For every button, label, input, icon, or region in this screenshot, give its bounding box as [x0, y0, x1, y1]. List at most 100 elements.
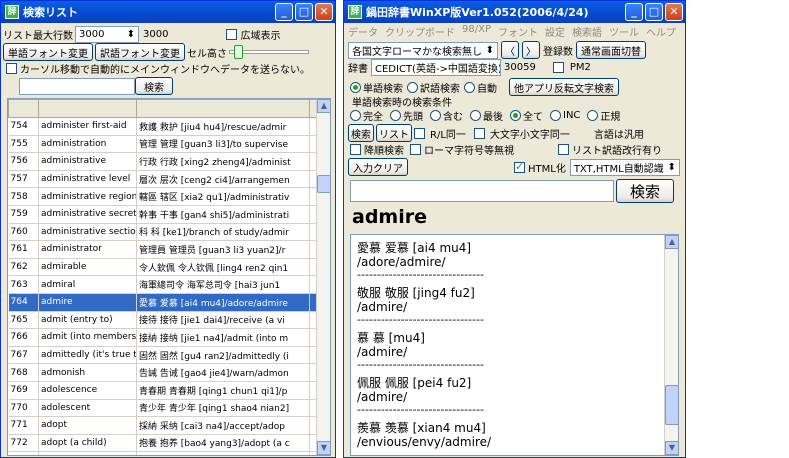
list-header-row[interactable]	[8, 99, 319, 118]
table-row[interactable]: 771 adopt 採納 采纳 [cai3 na4]/accept/adop	[8, 416, 319, 435]
table-row[interactable]: 760 administrative section 科 科 [ke1]/branc…	[8, 223, 319, 242]
table-row[interactable]: 763 admiral 海軍總司令 海军总司令 [hai3 jun1	[8, 275, 319, 294]
match-radio[interactable]	[470, 110, 481, 121]
scroll-down-icon[interactable]: ▼	[317, 441, 330, 455]
html-select[interactable]: TXT,HTML自動認識 ⬍	[569, 158, 680, 176]
query-input[interactable]	[350, 180, 614, 202]
row-word: administration	[38, 135, 137, 154]
row-translation: 告誡 告诫 [gao4 jie4]/warn/admon	[136, 363, 310, 382]
cursor-send-checkbox[interactable]	[6, 63, 17, 74]
title-bar[interactable]: 辞 鍋田辞書WinXP版Ver1.052(2006/4/24) _ □ ✕	[344, 1, 685, 23]
match-radio[interactable]	[510, 110, 521, 121]
table-row[interactable]: 766admit (into membership接納 接纳 [jie1 na4…	[8, 328, 319, 347]
mode-select-value: 各国文字ローマかな検索無し	[352, 46, 482, 58]
table-row[interactable]: 756 administrative 行政 行政 [xing2 zheng4]/ad…	[8, 152, 319, 171]
table-row[interactable]: 769 adolescence 青春期 青春期 [qing1 chun1 qi1]/…	[8, 381, 319, 400]
match-radio[interactable]	[550, 110, 561, 121]
close-icon[interactable]: ✕	[315, 3, 333, 21]
table-row[interactable]: 767 admittedly (it's true th 固然 固然 [gu4 ra…	[8, 346, 319, 365]
normal-screen-button[interactable]: 通常画面切替	[576, 41, 646, 59]
list-newline-checkbox[interactable]	[558, 144, 569, 155]
match-radio[interactable]	[390, 110, 401, 121]
result-entry: 佩服 佩服 [pei4 fu2]/admire/----------------…	[351, 376, 666, 415]
list-scrollbar[interactable]: ▲ ▼	[316, 99, 330, 455]
menu-item[interactable]: クリップボード	[385, 24, 455, 39]
spin-icon: ⬍	[126, 29, 135, 40]
scroll-up-icon[interactable]: ▲	[665, 235, 678, 249]
row-number: 762	[8, 258, 39, 277]
slider-thumb[interactable]	[234, 45, 243, 59]
match-radio[interactable]	[430, 110, 441, 121]
match-radio[interactable]	[587, 110, 599, 121]
result-panel[interactable]: 愛慕 爱慕 [ai4 mu4]/adore/admire/-----------…	[350, 234, 679, 456]
row-number: 769	[8, 381, 39, 400]
menu-item[interactable]: 検索語	[572, 24, 602, 39]
minimize-icon[interactable]: _	[275, 3, 293, 21]
scroll-thumb[interactable]	[665, 385, 678, 425]
row-number: 754	[8, 117, 39, 136]
scroll-thumb[interactable]	[317, 175, 330, 193]
menu-item[interactable]: 98/XP	[462, 24, 491, 39]
match-label: INC	[563, 110, 581, 121]
match-radio[interactable]	[350, 110, 361, 121]
descending-checkbox[interactable]	[350, 144, 361, 155]
table-row[interactable]: 758 administrative region 轄區 辖区 [xia2 qu1]…	[8, 187, 319, 206]
word-search-radio[interactable]	[350, 81, 361, 93]
rl-same-checkbox[interactable]	[414, 127, 425, 139]
html-checkbox[interactable]	[514, 160, 525, 173]
menu-item[interactable]: データ	[348, 24, 378, 39]
menu-item[interactable]: ツール	[609, 24, 639, 39]
entry-gloss: /envious/envy/admire/	[357, 435, 492, 449]
search-mode-button[interactable]: 検索	[348, 124, 374, 142]
table-row[interactable]: 754 administer first-aid 救護 救护 [jiu4 hu4]/…	[8, 117, 319, 136]
search-button[interactable]: 検索	[616, 179, 674, 203]
table-row[interactable]: 773adopt an original appro別出心裁 别出心裁 [bie…	[8, 451, 319, 455]
maximize-icon[interactable]: □	[645, 3, 663, 21]
table-row[interactable]: 770 adolescent 青少年 青少年 [qing1 shao4 nian2]	[8, 399, 319, 418]
close-icon[interactable]: ✕	[665, 3, 683, 21]
row-word: admirable	[38, 258, 137, 277]
dict-select[interactable]: CEDICT(英語->中国語変換)⬍	[371, 59, 501, 76]
menu-item[interactable]: フォント	[498, 24, 538, 39]
other-app-button[interactable]: 他アプリ反転文字検索	[509, 78, 619, 96]
max-rows-select[interactable]: 3000 ⬍	[75, 26, 139, 43]
table-row[interactable]: 757 administrative level 層次 层次 [ceng2 ci4]…	[8, 170, 319, 189]
table-row[interactable]: 759 administrative secretar 幹事 干事 [gan4 sh…	[8, 205, 319, 224]
row-word: adolescent	[38, 399, 137, 418]
list-button[interactable]: リスト	[376, 124, 412, 142]
table-row[interactable]: 765 admit (entry to) 接待 接待 [jie1 dai4]/rec…	[8, 311, 319, 330]
menu-item[interactable]: 設定	[545, 24, 565, 39]
table-row[interactable]: 762 admirable 令人欽佩 令人钦佩 [ling4 ren2 qin1	[8, 258, 319, 277]
row-translation: 別出心裁 别出心裁 [bie2 chu1 xin1	[136, 451, 310, 455]
auto-radio[interactable]	[464, 81, 475, 93]
case-checkbox[interactable]	[473, 127, 485, 139]
pm2-checkbox[interactable]	[552, 62, 564, 73]
list-search-button[interactable]: 検索	[135, 77, 173, 95]
table-row[interactable]: 755 administration 管理 管理 [guan3 li3]/to su…	[8, 135, 319, 154]
trans-search-radio[interactable]	[407, 81, 418, 93]
roman-ignore-checkbox[interactable]	[410, 144, 421, 155]
scroll-down-icon[interactable]: ▼	[665, 441, 678, 455]
input-clear-button[interactable]: 入力クリア	[348, 158, 408, 176]
wide-display-checkbox[interactable]	[226, 29, 238, 40]
result-scrollbar[interactable]: ▲ ▼	[664, 235, 678, 455]
prev-button[interactable]: 〈	[501, 41, 519, 59]
title-bar[interactable]: 辞 検索リスト _ □ ✕	[1, 1, 335, 23]
table-row[interactable]: 768 admonish 告誡 告诫 [gao4 jie4]/warn/admon	[8, 363, 319, 382]
next-button[interactable]: 〉	[522, 41, 540, 59]
table-row[interactable]: 772 adopt (a child) 抱養 抱养 [bao4 yang3]/ado…	[8, 434, 319, 453]
maximize-icon[interactable]: □	[295, 3, 313, 21]
trans-font-button[interactable]: 訳語フォント変更	[95, 43, 185, 61]
table-row[interactable]: 764 admire 愛慕 爱慕 [ai4 mu4]/adore/admire	[8, 293, 319, 312]
minimize-icon[interactable]: _	[625, 3, 643, 21]
table-row[interactable]: 761 administrator 管理員 管理员 [guan3 li3 yuan2…	[8, 240, 319, 259]
list-search-input[interactable]	[19, 77, 135, 95]
word-font-button[interactable]: 単語フォント変更	[3, 43, 93, 61]
menu-item[interactable]: ヘルプ	[646, 24, 676, 39]
row-number: 756	[8, 152, 39, 171]
result-list[interactable]: 754 administer first-aid 救護 救护 [jiu4 hu4]/…	[7, 98, 331, 456]
entry-headword: 愛慕 爱慕 [ai4 mu4]	[357, 241, 472, 255]
mode-select[interactable]: 各国文字ローマかな検索無し ⬍	[348, 41, 498, 59]
scroll-up-icon[interactable]: ▲	[317, 99, 330, 113]
cell-height-slider[interactable]	[229, 45, 309, 59]
